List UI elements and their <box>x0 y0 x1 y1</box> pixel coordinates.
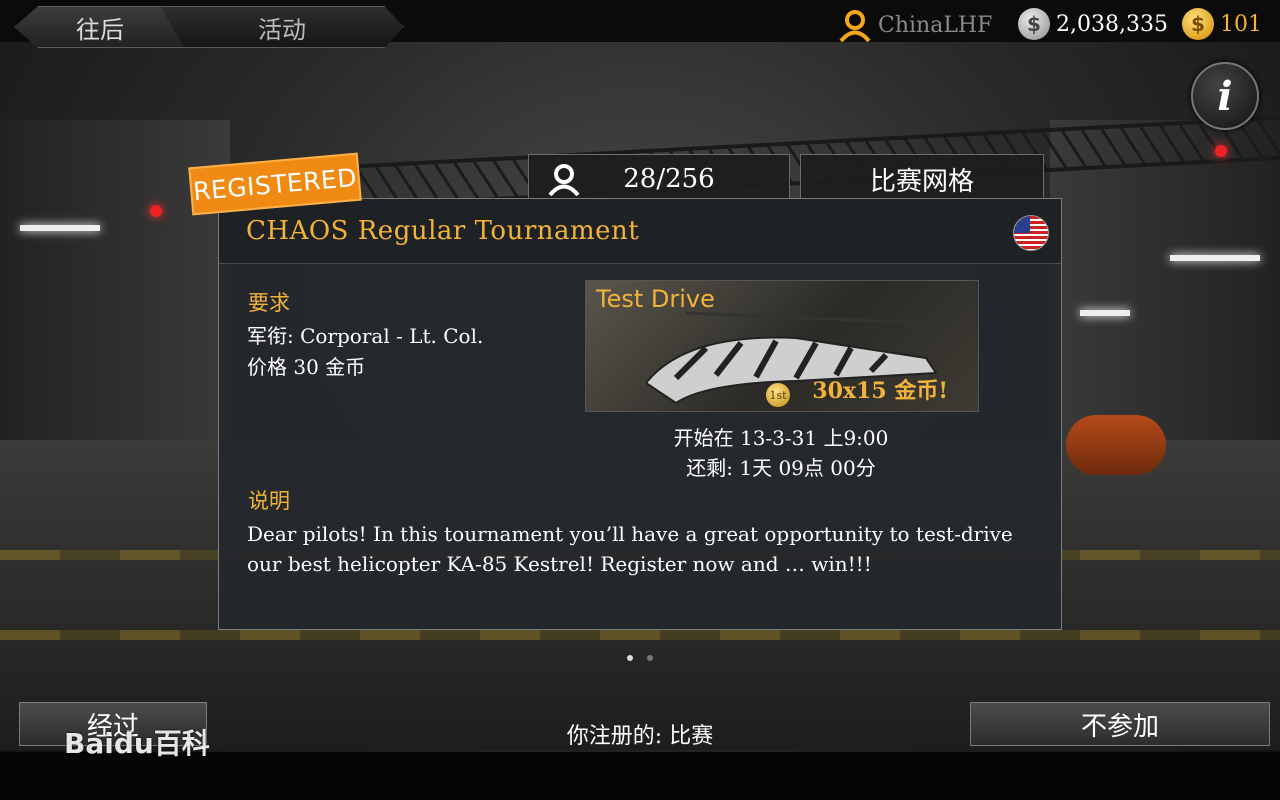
description-label: 说明 <box>248 489 290 513</box>
requirements-label: 要求 <box>248 291 290 315</box>
decline-button[interactable]: 不参加 <box>970 702 1270 746</box>
decline-button-label: 不参加 <box>1080 711 1159 742</box>
promo-title: Test Drive <box>596 285 715 313</box>
bracket-label: 比赛网格 <box>869 166 974 197</box>
participants-box: 28/256 <box>528 154 790 204</box>
activity-tab-label: 活动 <box>258 15 306 44</box>
gold-coin-icon: $ <box>1182 8 1214 40</box>
registered-badge-label: REGISTERED <box>191 162 359 206</box>
user-icon <box>839 10 871 42</box>
watermark: Baidu百科 <box>64 727 210 760</box>
tournament-title: CHAOS Regular Tournament <box>246 216 640 246</box>
back-tab-label: 往后 <box>76 15 124 44</box>
promo-prize: 30x15 金币! <box>812 378 948 404</box>
info-button[interactable]: i <box>1191 62 1259 130</box>
pager-dot-active[interactable] <box>627 655 633 661</box>
medal-icon: 1st <box>766 383 790 407</box>
bracket-button[interactable]: 比赛网格 <box>800 154 1044 204</box>
rank-requirement: 军衔: Corporal - Lt. Col. <box>247 324 484 348</box>
ceiling-lamp <box>1080 310 1130 316</box>
participants-icon <box>548 164 580 196</box>
username: ChinaLHF <box>878 12 993 38</box>
warning-light <box>1215 145 1227 157</box>
silver-balance: $ 2,038,335 <box>1018 8 1168 40</box>
participants-count: 28/256 <box>623 164 715 194</box>
gold-balance: $ 101 <box>1182 8 1262 40</box>
activity-tab[interactable]: 活动 <box>160 6 404 48</box>
warning-light <box>150 205 162 217</box>
silver-coin-icon: $ <box>1018 8 1050 40</box>
prize-banner: Test Drive 1st 30x15 金币! <box>585 280 979 412</box>
registration-status: 你注册的: 比赛 <box>566 724 714 749</box>
ceiling-lamp <box>1170 255 1260 261</box>
back-tab[interactable]: 往后 <box>14 6 186 48</box>
floor-stripe <box>0 630 1280 640</box>
info-icon: i <box>1217 72 1233 120</box>
gold-amount: 101 <box>1220 11 1262 37</box>
user-profile[interactable]: ChinaLHF <box>838 8 992 42</box>
time-remaining: 还剩: 1天 09点 00分 <box>686 456 876 480</box>
panel-header: CHAOS Regular Tournament <box>219 199 1061 264</box>
description-text: Dear pilots! In this tournament you’ll h… <box>247 522 1013 576</box>
start-time: 开始在 13-3-31 上9:00 <box>673 426 889 450</box>
ceiling-lamp <box>20 225 100 231</box>
fuel-tanker <box>1066 415 1166 475</box>
entry-price: 价格 30 金币 <box>247 355 366 379</box>
pager-dot[interactable] <box>647 655 653 661</box>
us-flag-icon <box>1013 215 1049 251</box>
silver-amount: 2,038,335 <box>1056 11 1168 37</box>
tournament-panel: CHAOS Regular Tournament 要求 军衔: Corporal… <box>218 198 1062 630</box>
